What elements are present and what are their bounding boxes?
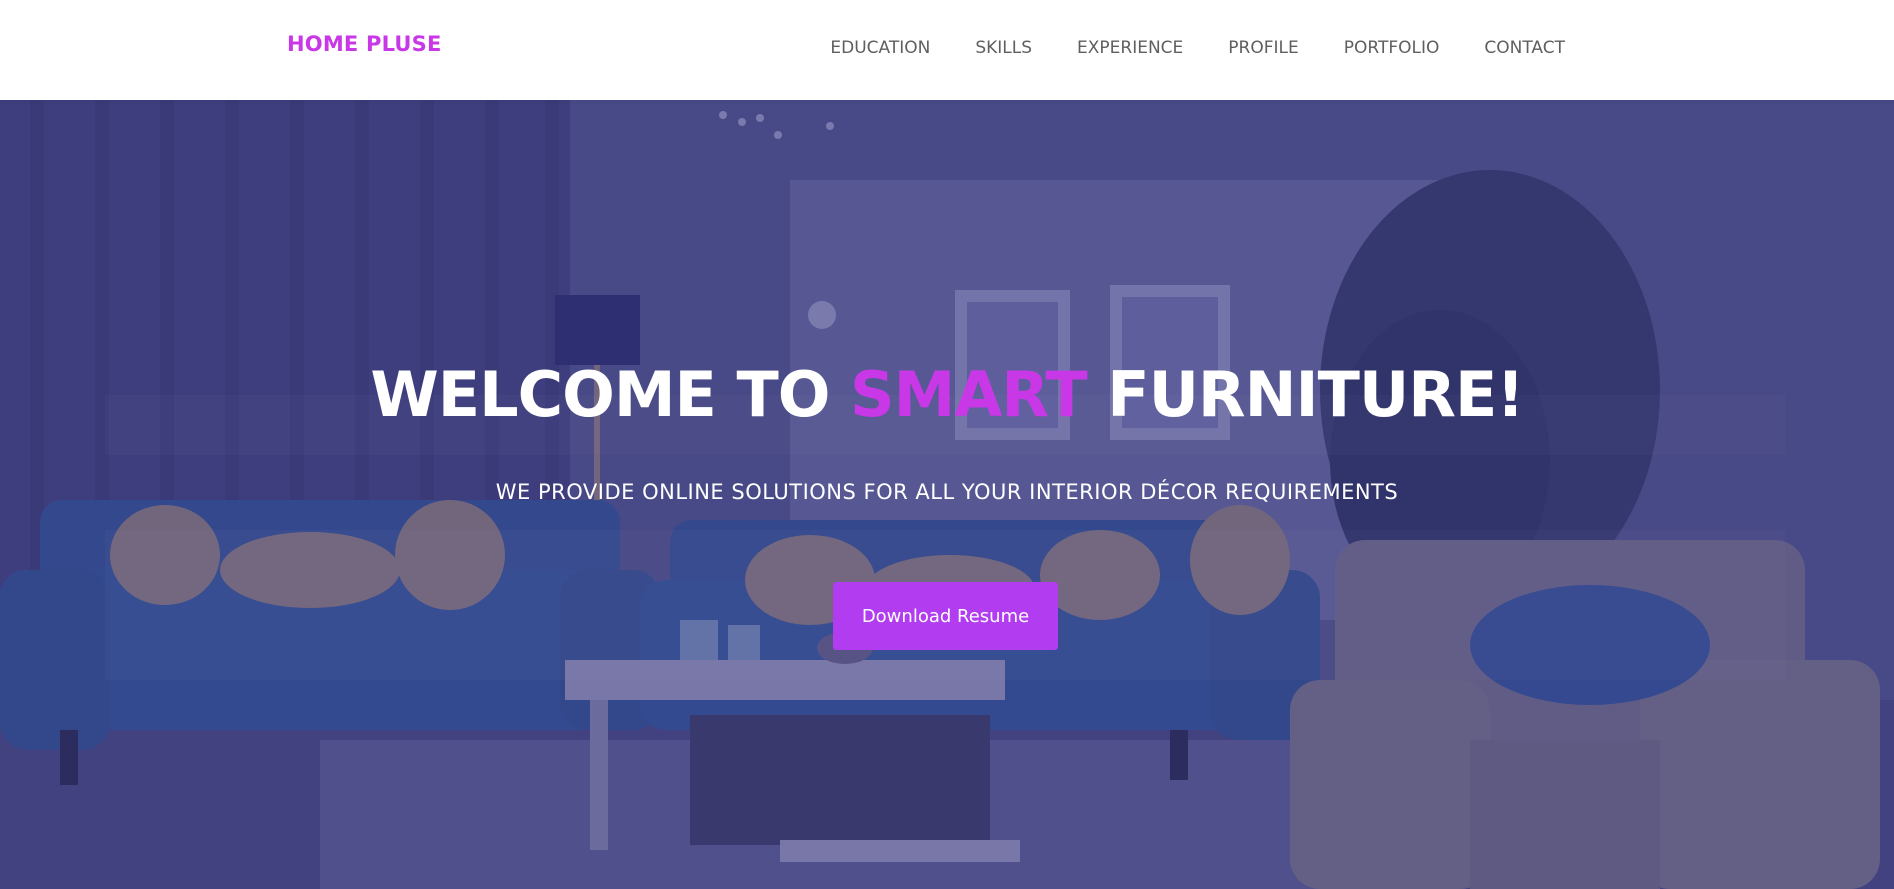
nav-item-portfolio[interactable]: PORTFOLIO: [1344, 38, 1440, 58]
hero-title-prefix: WELCOME TO: [370, 358, 851, 431]
nav-item-profile[interactable]: PROFILE: [1228, 38, 1298, 58]
brand-logo-link[interactable]: HOME PLUSE: [287, 32, 442, 56]
nav-item-education[interactable]: EDUCATION: [830, 38, 930, 58]
download-resume-button[interactable]: Download Resume: [833, 582, 1058, 650]
nav-menu: EDUCATION SKILLS EXPERIENCE PROFILE PORT…: [830, 38, 1565, 58]
hero-title-highlight: SMART: [850, 358, 1088, 431]
hero-title: WELCOME TO SMART FURNITURE!: [0, 358, 1894, 431]
hero-subtitle: WE PROVIDE ONLINE SOLUTIONS FOR ALL YOUR…: [495, 480, 1399, 504]
nav-item-skills[interactable]: SKILLS: [975, 38, 1032, 58]
hero-title-suffix: FURNITURE!: [1086, 358, 1524, 431]
nav-item-experience[interactable]: EXPERIENCE: [1077, 38, 1183, 58]
nav-item-contact[interactable]: CONTACT: [1484, 38, 1565, 58]
hero-section: WELCOME TO SMART FURNITURE! WE PROVIDE O…: [0, 100, 1894, 889]
top-navbar: HOME PLUSE EDUCATION SKILLS EXPERIENCE P…: [0, 0, 1894, 100]
